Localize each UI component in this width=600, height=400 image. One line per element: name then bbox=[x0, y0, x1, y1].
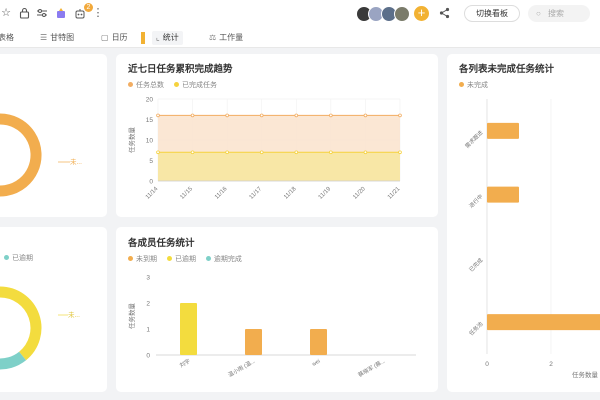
add-member-button[interactable]: + bbox=[414, 6, 429, 21]
bar bbox=[310, 329, 327, 355]
data-point bbox=[294, 113, 299, 118]
data-point bbox=[156, 150, 160, 155]
y-tick-label: 3 bbox=[146, 275, 150, 282]
donut-label: 未... bbox=[70, 157, 82, 166]
x-tick-label: 11/17 bbox=[249, 186, 264, 201]
series-area bbox=[158, 152, 400, 181]
data-point bbox=[259, 113, 264, 118]
lock-icon[interactable] bbox=[18, 7, 30, 19]
x-tick-label: wei bbox=[310, 359, 321, 369]
bar bbox=[487, 122, 519, 139]
data-point bbox=[294, 150, 299, 155]
bar bbox=[487, 186, 519, 203]
calendar-icon: ▢ bbox=[101, 33, 109, 42]
search-icon: ○ bbox=[536, 9, 541, 18]
tab-stats[interactable]: ⌞ 统计 bbox=[152, 31, 183, 45]
list-chart: 0 2 任务数量 需求跟进进行中已完成任务池 bbox=[463, 99, 600, 379]
tab-label: 统计 bbox=[162, 33, 179, 42]
share-icon[interactable] bbox=[438, 7, 450, 19]
data-point bbox=[398, 150, 402, 155]
data-point bbox=[190, 150, 195, 155]
star-icon[interactable]: ☆ bbox=[0, 7, 12, 19]
tab-table[interactable]: 表格 bbox=[0, 31, 14, 45]
active-tab-indicator bbox=[141, 32, 145, 44]
y-tick-label: 0 bbox=[149, 179, 153, 186]
search-placeholder: 搜索 bbox=[548, 9, 564, 18]
stats-icon: ⌞ bbox=[156, 33, 160, 42]
data-point bbox=[190, 113, 195, 118]
y-tick-label: 任务池 bbox=[467, 320, 485, 338]
member-chart: 0 1 2 3 任务数量刘宇 温小雨 (温... wei 蔡晓军 (蔡... bbox=[127, 275, 416, 379]
y-tick-label: 10 bbox=[146, 138, 154, 145]
x-tick-label: 11/21 bbox=[387, 186, 402, 201]
y-tick-label: 1 bbox=[146, 327, 150, 334]
list-card: 各列表未完成任务统计 未完成 0 2 任务数量 需求跟进 进行中 已完成 任务池 bbox=[447, 54, 600, 392]
y-tick-label: 15 bbox=[146, 117, 154, 124]
trend-card: 近七日任务累积完成趋势 任务总数 已完成任务 0 5 10 15 20 11/14 11/1… bbox=[116, 54, 438, 217]
data-point bbox=[398, 113, 402, 118]
switch-board-button[interactable]: 切换看板 bbox=[464, 5, 520, 22]
x-tick-label: 0 bbox=[485, 361, 489, 368]
data-point bbox=[329, 113, 333, 118]
more-icon[interactable]: ⋮ bbox=[92, 7, 104, 19]
data-point bbox=[156, 113, 160, 118]
bar bbox=[245, 329, 262, 355]
member-card: 各成员任务统计 未到期 已逾期 逾期完成 0 1 2 3 任务数量 刘宇 温小雨 (温...… bbox=[116, 227, 438, 392]
y-tick-label: 5 bbox=[149, 158, 153, 165]
tab-label: 日历 bbox=[111, 33, 128, 42]
workload-icon: ⚖ bbox=[209, 33, 217, 42]
x-tick-label: 11/16 bbox=[214, 186, 229, 201]
data-point bbox=[225, 113, 229, 118]
donut-chart-top: 未... bbox=[0, 113, 82, 197]
y-tick-label: 20 bbox=[146, 97, 154, 104]
donut-chart-bottom: 未... bbox=[0, 286, 80, 370]
x-tick-label: 蔡晓军 (蔡... bbox=[357, 357, 387, 379]
data-point bbox=[363, 150, 368, 155]
gantt-icon: ☰ bbox=[40, 33, 48, 42]
search-input[interactable]: ○ 搜索 bbox=[528, 5, 590, 22]
avatar[interactable] bbox=[394, 6, 410, 22]
tab-calendar[interactable]: ▢ 日历 bbox=[101, 31, 128, 45]
y-axis-label: 任务数量 bbox=[127, 303, 136, 330]
y-axis-label: 任务数量 bbox=[127, 127, 136, 154]
view-tabs: 表格 ☰ 甘特图 ▢ 日历 ⌞ 统计 ⚖ 工作量 bbox=[0, 28, 600, 48]
y-tick-label: 已完成 bbox=[467, 256, 485, 274]
donut-slice bbox=[0, 113, 42, 197]
theme-icon[interactable] bbox=[55, 7, 67, 19]
data-point bbox=[329, 150, 333, 155]
x-tick-label: 刘宇 bbox=[178, 357, 192, 370]
x-tick-label: 2 bbox=[549, 361, 553, 368]
tab-label: 甘特图 bbox=[50, 33, 75, 42]
y-tick-label: 需求跟进 bbox=[463, 128, 485, 150]
x-tick-label: 11/14 bbox=[145, 186, 160, 201]
top-toolbar: ☆ 2 ⋮ + 切换看板 ○ 搜索 bbox=[0, 0, 600, 28]
x-tick-label: 温小雨 (温... bbox=[227, 357, 257, 379]
tab-workload[interactable]: ⚖ 工作量 bbox=[209, 31, 243, 45]
y-tick-label: 0 bbox=[146, 353, 150, 360]
bar bbox=[487, 314, 600, 331]
x-tick-label: 11/15 bbox=[179, 186, 194, 201]
x-tick-label: 11/18 bbox=[283, 186, 298, 201]
trend-chart: 0 5 10 15 20 11/14 11/15 11/16 11/17 11/18 11/19 11… bbox=[127, 97, 402, 201]
donut-card-top: 未... bbox=[0, 54, 107, 217]
donut-slice bbox=[0, 351, 27, 370]
y-tick-label: 进行中 bbox=[467, 192, 484, 209]
x-tick-label: 11/19 bbox=[318, 186, 333, 201]
donut-card-bottom: 已逾期 未... bbox=[0, 227, 107, 392]
data-point bbox=[363, 113, 368, 118]
tab-gantt[interactable]: ☰ 甘特图 bbox=[40, 31, 74, 45]
x-axis-label: 任务数量 bbox=[572, 370, 599, 379]
tab-label: 工作量 bbox=[219, 33, 244, 42]
y-tick-label: 2 bbox=[146, 301, 150, 308]
bar bbox=[180, 303, 197, 355]
data-point bbox=[259, 150, 264, 155]
data-point bbox=[225, 150, 229, 155]
x-tick-label: 11/20 bbox=[352, 186, 367, 201]
filter-settings-icon[interactable] bbox=[36, 7, 48, 19]
donut-label: 未... bbox=[68, 310, 80, 319]
tab-label: 表格 bbox=[0, 33, 14, 42]
donut-slice bbox=[0, 286, 42, 361]
